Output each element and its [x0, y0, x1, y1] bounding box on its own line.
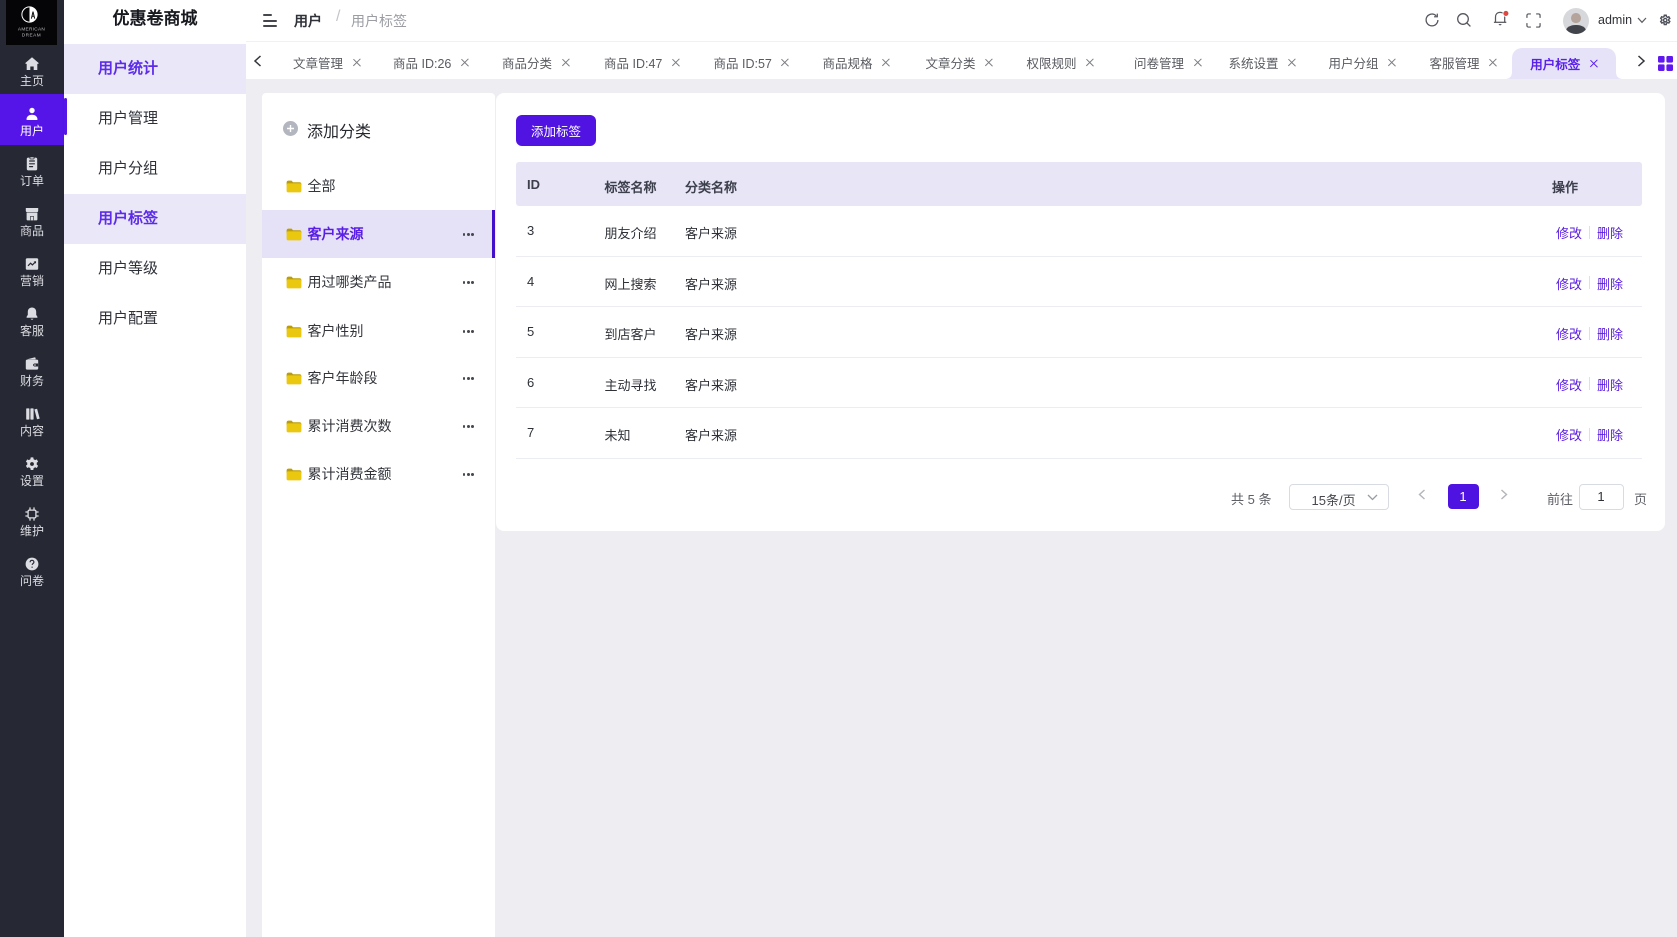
svg-text:AMERICAN: AMERICAN	[18, 27, 45, 32]
svg-text:DREAM: DREAM	[22, 33, 41, 38]
